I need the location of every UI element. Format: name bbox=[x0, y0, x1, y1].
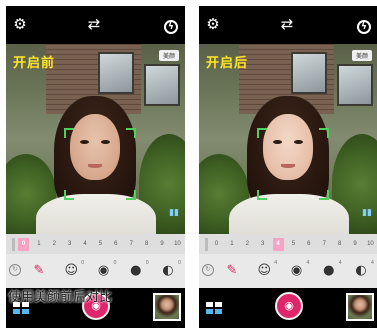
slider-tick-7[interactable]: 7 bbox=[319, 238, 330, 251]
reset-icon[interactable]: ↻ bbox=[9, 264, 21, 276]
beauty-options: ✎ ☺ 0 ◉ 0 ● 0 ◐ 0 bbox=[26, 254, 181, 288]
beauty-option-level: 0 bbox=[81, 260, 85, 266]
flash-icon[interactable]: ϟ bbox=[354, 14, 374, 34]
mode-badge[interactable]: 美颜 bbox=[351, 50, 372, 61]
sound-icon: ▮▮ bbox=[169, 208, 179, 218]
slider-tick-4[interactable]: 4 bbox=[80, 238, 91, 251]
hair-style-icon: ◐ bbox=[162, 263, 174, 278]
beauty-option-level: 4 bbox=[274, 260, 278, 266]
eye-enlarge-icon: ◉ bbox=[97, 263, 110, 278]
state-label: 开启前 bbox=[13, 55, 56, 70]
beauty-option[interactable]: ◐ 0 bbox=[155, 258, 181, 284]
beauty-option[interactable]: ◉ 0 bbox=[91, 258, 117, 284]
face-slim-icon: ☺ bbox=[257, 263, 272, 278]
beauty-option-level: 4 bbox=[306, 260, 310, 266]
beauty-option[interactable]: ◐ 4 bbox=[348, 258, 374, 284]
skin-smooth-icon: ● bbox=[323, 263, 335, 278]
beauty-option-level: 0 bbox=[145, 260, 149, 266]
camera-switch-icon[interactable]: ⇄ bbox=[277, 14, 297, 34]
mode-badge[interactable]: 美颜 bbox=[158, 50, 179, 61]
slider-tick-0[interactable]: 0 bbox=[18, 238, 29, 251]
beauty-option[interactable]: ☺ 4 bbox=[251, 258, 277, 284]
beauty-option[interactable]: ● 0 bbox=[123, 258, 149, 284]
beauty-options-row: ↻ ✎ ☺ 4 ◉ 4 ● 4 ◐ 4 bbox=[199, 254, 377, 288]
grid-icon[interactable] bbox=[206, 302, 222, 314]
camera-switch-icon[interactable]: ⇄ bbox=[84, 14, 104, 34]
beauty-wand-icon: ✎ bbox=[226, 263, 238, 278]
slider-ticks: 0 1 2 3 4 5 6 7 8 9 10 bbox=[18, 238, 183, 251]
background-window bbox=[291, 52, 327, 94]
beauty-level-slider[interactable]: 0 1 2 3 4 5 6 7 8 9 10 bbox=[199, 234, 377, 254]
beauty-option-level: 0 bbox=[113, 260, 117, 266]
beauty-option[interactable]: ◉ 4 bbox=[284, 258, 310, 284]
bottom-toolbar: ◉ bbox=[199, 288, 377, 328]
face-focus-frame bbox=[64, 128, 136, 200]
beauty-option-level: 0 bbox=[177, 260, 181, 266]
background-window bbox=[98, 52, 134, 94]
camera-icon: ◉ bbox=[284, 299, 294, 312]
slider-rail bbox=[205, 238, 208, 251]
beauty-option-level: 4 bbox=[338, 260, 342, 266]
face-focus-frame bbox=[257, 128, 329, 200]
beauty-level-slider[interactable]: 0 1 2 3 4 5 6 7 8 9 10 bbox=[6, 234, 185, 254]
phone-after: ⚙ ⇄ ϟ 开启后 美颜 ▮▮ 0 1 2 3 4 5 6 7 8 9 10 ↻ ✎ ☺ 4 ◉ 4 ● 4 ◐ 4… bbox=[199, 6, 377, 328]
slider-tick-6[interactable]: 6 bbox=[303, 238, 314, 251]
slider-tick-6[interactable]: 6 bbox=[110, 238, 121, 251]
slider-tick-8[interactable]: 8 bbox=[141, 238, 152, 251]
gallery-thumbnail[interactable] bbox=[346, 293, 374, 321]
beauty-option[interactable]: ● 4 bbox=[316, 258, 342, 284]
beauty-option[interactable]: ✎ bbox=[26, 258, 52, 284]
slider-tick-5[interactable]: 5 bbox=[288, 238, 299, 251]
phone-before: ⚙ ⇄ ϟ 开启前 美颜 ▮▮ 0 1 2 3 4 5 6 7 8 9 10 ↻ ✎ ☺ 0 ◉ 0 ● 0 ◐ 0… bbox=[6, 6, 185, 328]
slider-tick-3[interactable]: 3 bbox=[64, 238, 75, 251]
comparison-caption: 使用美颜前后对比 bbox=[8, 289, 113, 304]
shutter-button[interactable]: ◉ bbox=[275, 292, 303, 320]
beauty-wand-icon: ✎ bbox=[33, 263, 45, 278]
slider-tick-1[interactable]: 1 bbox=[226, 238, 237, 251]
gallery-thumbnail[interactable] bbox=[153, 293, 181, 321]
slider-tick-10[interactable]: 10 bbox=[365, 238, 376, 251]
state-label: 开启后 bbox=[206, 55, 249, 70]
slider-rail bbox=[12, 238, 15, 251]
top-toolbar: ⚙ ⇄ ϟ bbox=[6, 6, 185, 44]
gear-icon[interactable]: ⚙ bbox=[10, 14, 30, 34]
slider-ticks: 0 1 2 3 4 5 6 7 8 9 10 bbox=[211, 238, 376, 251]
slider-tick-5[interactable]: 5 bbox=[95, 238, 106, 251]
camera-viewfinder[interactable]: 开启前 美颜 ▮▮ bbox=[6, 44, 185, 234]
sound-icon: ▮▮ bbox=[362, 208, 372, 218]
beauty-option[interactable]: ☺ 0 bbox=[58, 258, 84, 284]
slider-tick-9[interactable]: 9 bbox=[350, 238, 361, 251]
subject-body bbox=[36, 194, 156, 234]
eye-enlarge-icon: ◉ bbox=[290, 263, 303, 278]
face-slim-icon: ☺ bbox=[64, 263, 79, 278]
beauty-option-level: 4 bbox=[370, 260, 374, 266]
beauty-option[interactable]: ✎ bbox=[219, 258, 245, 284]
top-toolbar: ⚙ ⇄ ϟ bbox=[199, 6, 377, 44]
camera-viewfinder[interactable]: 开启后 美颜 ▮▮ bbox=[199, 44, 377, 234]
flash-icon[interactable]: ϟ bbox=[161, 14, 181, 34]
subject-body bbox=[229, 194, 349, 234]
slider-tick-10[interactable]: 10 bbox=[172, 238, 183, 251]
slider-tick-0[interactable]: 0 bbox=[211, 238, 222, 251]
slider-tick-8[interactable]: 8 bbox=[334, 238, 345, 251]
slider-tick-3[interactable]: 3 bbox=[257, 238, 268, 251]
skin-smooth-icon: ● bbox=[130, 263, 142, 278]
beauty-options: ✎ ☺ 4 ◉ 4 ● 4 ◐ 4 bbox=[219, 254, 374, 288]
hair-style-icon: ◐ bbox=[355, 263, 367, 278]
beauty-options-row: ↻ ✎ ☺ 0 ◉ 0 ● 0 ◐ 0 bbox=[6, 254, 185, 288]
slider-tick-7[interactable]: 7 bbox=[126, 238, 137, 251]
slider-tick-1[interactable]: 1 bbox=[33, 238, 44, 251]
background-window bbox=[144, 64, 180, 106]
gear-icon[interactable]: ⚙ bbox=[203, 14, 223, 34]
slider-tick-2[interactable]: 2 bbox=[49, 238, 60, 251]
slider-tick-2[interactable]: 2 bbox=[242, 238, 253, 251]
slider-tick-4[interactable]: 4 bbox=[272, 238, 284, 251]
reset-icon[interactable]: ↻ bbox=[202, 264, 214, 276]
slider-tick-9[interactable]: 9 bbox=[157, 238, 168, 251]
background-window bbox=[337, 64, 373, 106]
